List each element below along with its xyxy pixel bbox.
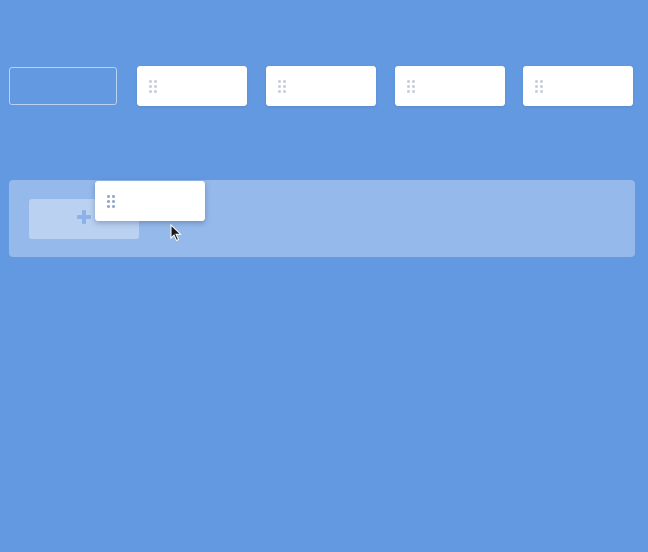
dragging-card[interactable] xyxy=(95,181,205,221)
drag-handle-icon[interactable] xyxy=(107,195,115,208)
empty-card-slot[interactable] xyxy=(9,67,117,105)
drag-handle-icon[interactable] xyxy=(535,80,543,93)
plus-icon xyxy=(77,210,91,224)
draggable-card[interactable] xyxy=(395,66,505,106)
arrow-cursor-icon xyxy=(170,224,182,242)
drag-handle-icon[interactable] xyxy=(407,80,415,93)
draggable-card[interactable] xyxy=(137,66,247,106)
board-canvas xyxy=(0,0,648,552)
draggable-card[interactable] xyxy=(523,66,633,106)
draggable-card[interactable] xyxy=(266,66,376,106)
drag-handle-icon[interactable] xyxy=(278,80,286,93)
drag-handle-icon[interactable] xyxy=(149,80,157,93)
